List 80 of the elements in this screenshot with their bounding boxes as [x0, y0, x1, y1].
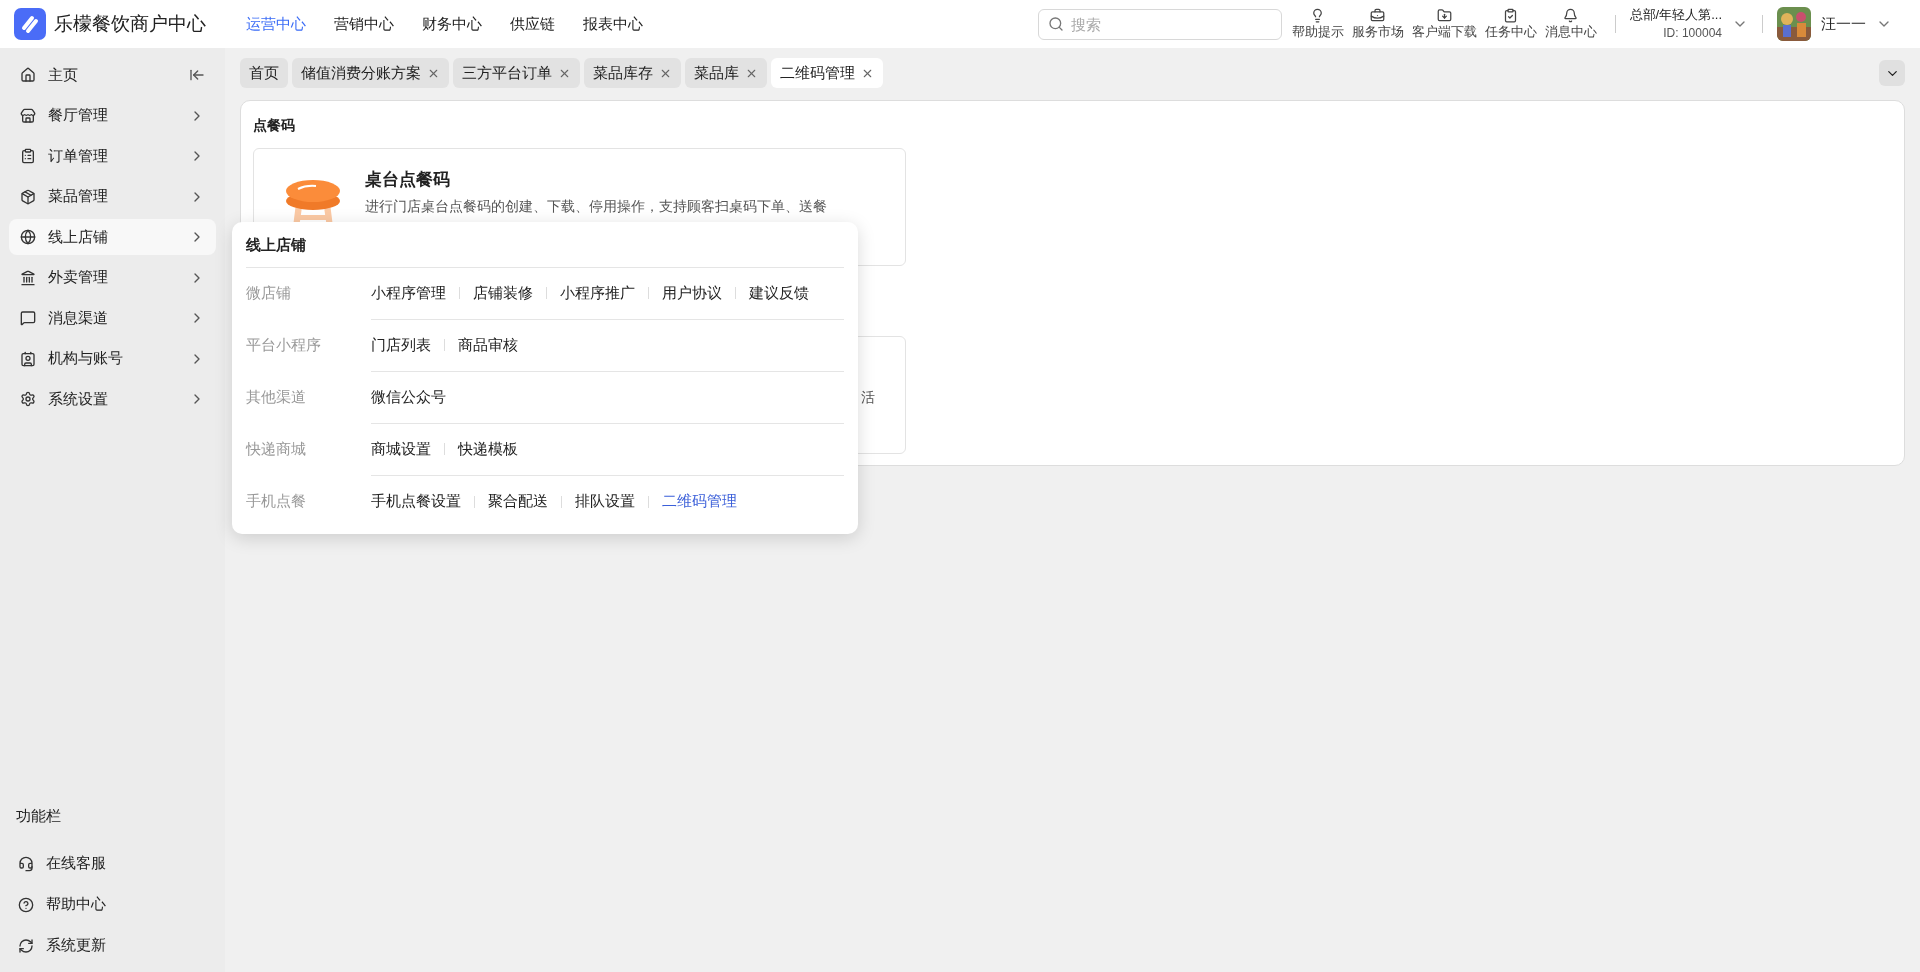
briefcase-icon: [1370, 8, 1386, 23]
sidebar-item[interactable]: 订单管理: [9, 138, 216, 174]
card-description: 活: [861, 387, 875, 407]
sidebar-item[interactable]: 餐厅管理: [9, 97, 216, 134]
store-icon: [20, 107, 36, 124]
page-tab[interactable]: 三方平台订单: [453, 58, 580, 88]
flyout-group-label: 手机点餐: [246, 491, 307, 512]
flyout-link[interactable]: 建议反馈: [749, 281, 809, 305]
sidebar-item[interactable]: 机构与账号: [9, 340, 216, 377]
search-field[interactable]: 搜索: [1037, 8, 1282, 40]
folder-download-icon: [1436, 8, 1452, 23]
user-name: 汪一一: [1821, 13, 1866, 34]
card-title: 桌台点餐码: [365, 168, 451, 191]
sidebar-footer-item[interactable]: 系统更新: [9, 925, 216, 966]
page-tab[interactable]: 储值消费分账方案: [292, 58, 449, 88]
top-nav-item[interactable]: 营销中心: [334, 12, 394, 36]
logo-icon: [14, 8, 46, 40]
headset-icon: [18, 855, 34, 872]
flyout-link[interactable]: 排队设置: [575, 490, 635, 513]
flyout-link[interactable]: 聚合配送: [488, 490, 548, 513]
flyout-group-label: 快递商城: [246, 439, 307, 460]
flyout-link[interactable]: 快递模板: [458, 437, 518, 461]
flyout-link[interactable]: 微信公众号: [371, 385, 446, 409]
home-icon: [20, 67, 36, 83]
user-menu[interactable]: 汪一一: [1777, 7, 1920, 41]
globe-icon: [20, 229, 36, 245]
tabs-menu-button[interactable]: [1879, 60, 1905, 86]
chat-icon: [20, 310, 36, 326]
collapse-icon[interactable]: [189, 67, 205, 83]
sidebar-item[interactable]: 系统设置: [9, 381, 216, 417]
clipboard-icon: [20, 148, 36, 164]
top-nav-item[interactable]: 报表中心: [583, 12, 643, 36]
top-nav-item[interactable]: 运营中心: [246, 12, 306, 36]
flyout-link[interactable]: 小程序管理: [371, 281, 446, 305]
org-id: ID: 100004: [1663, 25, 1722, 42]
top-nav-item[interactable]: 供应链: [510, 12, 555, 36]
toolbar-button[interactable]: 消息中心: [1540, 8, 1601, 40]
flyout-link[interactable]: 商品审核: [458, 333, 518, 357]
flyout-link[interactable]: 用户协议: [662, 281, 722, 305]
toolbar-button[interactable]: 任务中心: [1480, 8, 1541, 40]
flyout-link[interactable]: 二维码管理: [662, 490, 737, 513]
sidebar-item[interactable]: 消息渠道: [9, 300, 216, 336]
sidebar-item[interactable]: 线上店铺: [9, 219, 216, 255]
flyout-link[interactable]: 店铺装修: [473, 281, 533, 305]
package-icon: [20, 188, 36, 205]
refresh-icon: [18, 937, 34, 954]
page-tab[interactable]: 菜品库存: [584, 58, 681, 88]
toolbar-button[interactable]: 帮助提示: [1287, 8, 1348, 40]
page-tab[interactable]: 首页: [240, 58, 288, 88]
toolbar-button[interactable]: 客户端下载: [1407, 8, 1481, 40]
card-description: 进行门店桌台点餐码的创建、下载、停用操作，支持顾客扫桌码下单、送餐: [365, 197, 827, 217]
app-title: 乐檬餐饮商户中心: [54, 11, 206, 36]
sidebar-item[interactable]: 菜品管理: [9, 178, 216, 215]
sidebar-item[interactable]: 外卖管理: [9, 259, 216, 296]
flyout-link[interactable]: 门店列表: [371, 333, 431, 357]
flyout-title: 线上店铺: [246, 222, 844, 268]
sidebar-footer-item[interactable]: 帮助中心: [9, 884, 216, 925]
org-name: 总部/年轻人第...: [1629, 6, 1722, 24]
page-tab[interactable]: 二维码管理: [771, 58, 883, 88]
top-nav-item[interactable]: 财务中心: [422, 12, 482, 36]
footer-title: 功能栏: [15, 805, 62, 826]
flyout-link[interactable]: 商城设置: [371, 437, 431, 461]
flyout-group-label: 平台小程序: [246, 335, 322, 356]
flyout-group-label: 其他渠道: [246, 387, 307, 408]
bell-icon: [1563, 8, 1579, 23]
toolbar-button[interactable]: 服务市场: [1347, 8, 1408, 40]
org-selector[interactable]: 总部/年轻人第... ID: 100004: [1629, 6, 1748, 42]
flyout-link[interactable]: 手机点餐设置: [371, 490, 461, 513]
bank-icon: [20, 269, 36, 286]
sidebar-item[interactable]: 主页: [9, 57, 216, 93]
contact-card-icon: [20, 350, 36, 367]
sidebar-footer-item[interactable]: 在线客服: [9, 843, 216, 884]
flyout-group-label: 微店铺: [246, 283, 292, 304]
section-title: 点餐码: [253, 116, 296, 135]
page-tab[interactable]: 菜品库: [685, 58, 767, 88]
clipboard-check-icon: [1503, 8, 1519, 23]
help-icon: [18, 896, 34, 913]
settings-icon: [20, 391, 36, 407]
search-icon: [1047, 15, 1064, 32]
flyout-link[interactable]: 小程序推广: [560, 281, 635, 305]
